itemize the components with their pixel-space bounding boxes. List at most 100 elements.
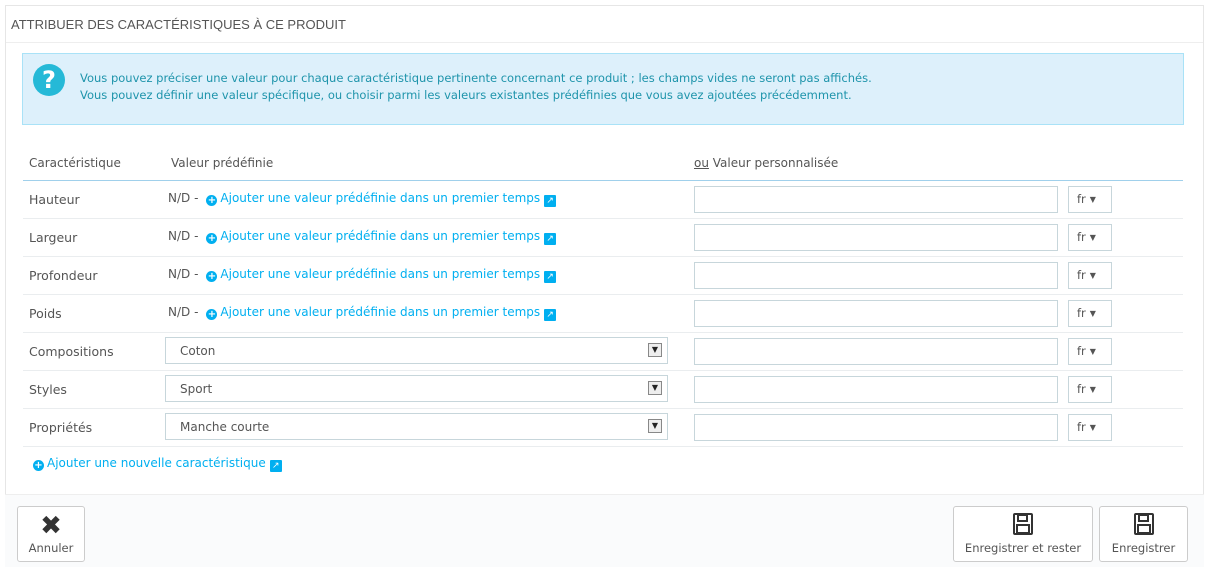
caret-down-icon: ▼ bbox=[1089, 195, 1096, 204]
table-header: Caractéristique Valeur prédéfinie ou Val… bbox=[23, 148, 1183, 181]
predefined-cell: N/D - + Ajouter une valeur prédéfinie dans… bbox=[168, 229, 557, 245]
language-dropdown[interactable]: fr ▼ bbox=[1068, 300, 1112, 327]
question-circle-icon: ? bbox=[33, 64, 65, 96]
dropdown-arrow-icon: ▼ bbox=[648, 381, 662, 395]
external-link-icon: ↗ bbox=[269, 460, 282, 472]
add-feature-link-label: Ajouter une nouvelle caractéristique bbox=[47, 456, 266, 470]
select-value: Manche courte bbox=[180, 420, 270, 434]
language-label: fr bbox=[1077, 420, 1086, 434]
language-dropdown[interactable]: fr ▼ bbox=[1068, 338, 1112, 365]
language-label: fr bbox=[1077, 192, 1086, 206]
add-predefined-link[interactable]: + Ajouter une valeur prédéfinie dans un p… bbox=[206, 191, 557, 207]
feature-label: Poids bbox=[29, 306, 62, 321]
save-label: Enregistrer bbox=[1111, 541, 1176, 555]
predefined-value-select[interactable]: Coton ▼ bbox=[165, 337, 668, 364]
language-label: fr bbox=[1077, 268, 1086, 282]
panel-footer: ✖ Annuler Enregistrer et rester Enregist… bbox=[5, 494, 1204, 567]
dropdown-arrow-icon: ▼ bbox=[648, 343, 662, 357]
custom-value-input[interactable] bbox=[694, 414, 1058, 441]
caret-down-icon: ▼ bbox=[1089, 347, 1096, 356]
panel-heading: ATTRIBUER DES CARACTÉRISTIQUES À CE PROD… bbox=[6, 6, 1203, 43]
add-predefined-link[interactable]: + Ajouter une valeur prédéfinie dans un p… bbox=[206, 267, 557, 283]
feature-label: Hauteur bbox=[29, 192, 80, 207]
custom-value-input[interactable] bbox=[694, 300, 1058, 327]
caret-down-icon: ▼ bbox=[1089, 271, 1096, 280]
feature-label: Propriétés bbox=[29, 420, 93, 435]
nd-label: N/D - bbox=[168, 229, 199, 243]
language-dropdown[interactable]: fr ▼ bbox=[1068, 414, 1112, 441]
table-row: Hauteur N/D - + Ajouter une valeur prédéfi… bbox=[23, 181, 1183, 219]
features-table: Caractéristique Valeur prédéfinie ou Val… bbox=[23, 148, 1183, 447]
cancel-button[interactable]: ✖ Annuler bbox=[17, 506, 85, 562]
language-label: fr bbox=[1077, 382, 1086, 396]
table-row: Propriétés Manche courte ▼ fr ▼ bbox=[23, 409, 1183, 447]
table-row: Poids N/D - + Ajouter une valeur prédéfini… bbox=[23, 295, 1183, 333]
alert-line-2: Vous pouvez définir une valeur spécifiqu… bbox=[80, 88, 852, 102]
predefined-value-select[interactable]: Manche courte ▼ bbox=[165, 413, 668, 440]
header-custom-prefix: ou bbox=[694, 156, 709, 170]
plus-circle-icon: + bbox=[206, 271, 218, 282]
header-predefined: Valeur prédéfinie bbox=[171, 156, 274, 170]
save-button[interactable]: Enregistrer bbox=[1099, 506, 1188, 562]
feature-label: Profondeur bbox=[29, 268, 98, 283]
external-link-icon: ↗ bbox=[544, 309, 557, 321]
nd-label: N/D - bbox=[168, 267, 199, 281]
custom-value-input[interactable] bbox=[694, 338, 1058, 365]
table-row: Largeur N/D - + Ajouter une valeur prédéfi… bbox=[23, 219, 1183, 257]
alert-line-1: Vous pouvez préciser une valeur pour cha… bbox=[80, 71, 872, 85]
add-predefined-link[interactable]: + Ajouter une valeur prédéfinie dans un p… bbox=[206, 229, 557, 245]
external-link-icon: ↗ bbox=[544, 195, 557, 207]
alert-text: Vous pouvez préciser une valeur pour cha… bbox=[80, 70, 1173, 104]
predefined-value-select[interactable]: Sport ▼ bbox=[165, 375, 668, 402]
feature-label: Largeur bbox=[29, 230, 78, 245]
add-predefined-link-label: Ajouter une valeur prédéfinie dans un pr… bbox=[220, 267, 541, 281]
language-dropdown[interactable]: fr ▼ bbox=[1068, 186, 1112, 213]
add-predefined-link-label: Ajouter une valeur prédéfinie dans un pr… bbox=[220, 305, 541, 319]
close-icon: ✖ bbox=[40, 511, 62, 541]
plus-circle-icon: + bbox=[33, 460, 44, 471]
custom-value-input[interactable] bbox=[694, 224, 1058, 251]
custom-value-input[interactable] bbox=[694, 376, 1058, 403]
cancel-label: Annuler bbox=[28, 541, 74, 555]
caret-down-icon: ▼ bbox=[1089, 423, 1096, 432]
language-label: fr bbox=[1077, 344, 1086, 358]
header-custom-label: Valeur personnalisée bbox=[708, 156, 839, 170]
feature-label: Compositions bbox=[29, 344, 114, 359]
add-feature-link[interactable]: + Ajouter une nouvelle caractéristique ↗ bbox=[33, 456, 282, 472]
floppy-disk-icon bbox=[954, 513, 1092, 539]
predefined-cell: N/D - + Ajouter une valeur prédéfinie dans… bbox=[168, 305, 557, 321]
table-row: Profondeur N/D - + Ajouter une valeur préd… bbox=[23, 257, 1183, 295]
nd-label: N/D - bbox=[168, 305, 199, 319]
language-label: fr bbox=[1077, 230, 1086, 244]
external-link-icon: ↗ bbox=[544, 233, 557, 245]
language-dropdown[interactable]: fr ▼ bbox=[1068, 376, 1112, 403]
add-predefined-link-label: Ajouter une valeur prédéfinie dans un pr… bbox=[220, 229, 541, 243]
custom-value-input[interactable] bbox=[694, 262, 1058, 289]
feature-label: Styles bbox=[29, 382, 67, 397]
table-row: Compositions Coton ▼ fr ▼ bbox=[23, 333, 1183, 371]
save-and-stay-label: Enregistrer et rester bbox=[964, 541, 1082, 555]
predefined-cell: N/D - + Ajouter une valeur prédéfinie dans… bbox=[168, 267, 557, 283]
plus-circle-icon: + bbox=[206, 309, 218, 320]
select-value: Coton bbox=[180, 344, 216, 358]
custom-value-input[interactable] bbox=[694, 186, 1058, 213]
external-link-icon: ↗ bbox=[544, 271, 557, 283]
info-alert: ? Vous pouvez préciser une valeur pour c… bbox=[22, 53, 1184, 125]
language-dropdown[interactable]: fr ▼ bbox=[1068, 262, 1112, 289]
add-predefined-link[interactable]: + Ajouter une valeur prédéfinie dans un p… bbox=[206, 305, 557, 321]
predefined-cell: N/D - + Ajouter une valeur prédéfinie dans… bbox=[168, 191, 557, 207]
add-predefined-link-label: Ajouter une valeur prédéfinie dans un pr… bbox=[220, 191, 541, 205]
language-dropdown[interactable]: fr ▼ bbox=[1068, 224, 1112, 251]
caret-down-icon: ▼ bbox=[1089, 385, 1096, 394]
language-label: fr bbox=[1077, 306, 1086, 320]
select-value: Sport bbox=[180, 382, 213, 396]
table-row: Styles Sport ▼ fr ▼ bbox=[23, 371, 1183, 409]
nd-label: N/D - bbox=[168, 191, 199, 205]
caret-down-icon: ▼ bbox=[1089, 309, 1096, 318]
plus-circle-icon: + bbox=[206, 233, 218, 244]
caret-down-icon: ▼ bbox=[1089, 233, 1096, 242]
header-feature: Caractéristique bbox=[29, 156, 121, 170]
floppy-disk-icon bbox=[1100, 513, 1187, 539]
save-and-stay-button[interactable]: Enregistrer et rester bbox=[953, 506, 1093, 562]
plus-circle-icon: + bbox=[206, 195, 218, 206]
